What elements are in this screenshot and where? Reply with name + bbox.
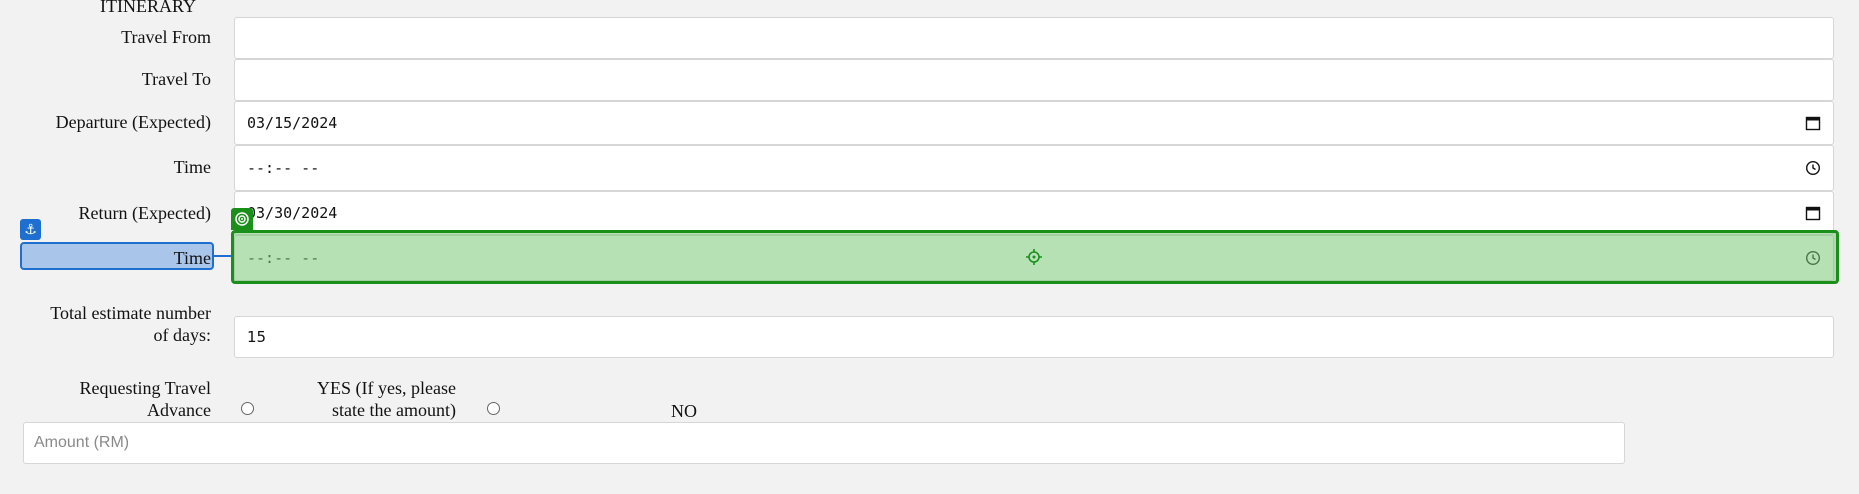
departure-date-input[interactable]: 03/15/2024	[234, 101, 1834, 145]
total-days-value: 15	[247, 328, 267, 346]
advance-yes-radio[interactable]	[241, 402, 254, 415]
calendar-icon[interactable]	[1805, 115, 1821, 131]
travel-advance-label-line2: Advance	[147, 400, 211, 420]
advance-yes-label-line1: YES (If yes, please	[317, 378, 456, 398]
departure-date-value: 03/15/2024	[247, 114, 338, 132]
advance-no-label: NO	[671, 401, 697, 421]
section-title-itinerary: ITINERARY	[100, 0, 196, 16]
total-days-input[interactable]: 15	[234, 316, 1834, 358]
return-date-value: 03/30/2024	[247, 204, 338, 222]
travel-to-input[interactable]	[234, 59, 1834, 101]
target-icon	[231, 208, 253, 230]
clock-icon[interactable]	[1805, 160, 1821, 176]
departure-time-value: --:-- --	[247, 159, 320, 177]
advance-yes-label: YES (If yes, please state the amount)	[262, 377, 456, 421]
total-days-label-line1: Total estimate number	[50, 303, 211, 323]
advance-yes-label-line2: state the amount)	[332, 400, 456, 420]
departure-label: Departure (Expected)	[55, 112, 211, 132]
advance-no-radio[interactable]	[487, 402, 500, 415]
total-days-label: Total estimate number of days:	[0, 302, 211, 346]
anchor-icon: ⚓	[20, 219, 41, 240]
travel-from-input[interactable]	[234, 17, 1834, 59]
calendar-icon[interactable]	[1805, 205, 1821, 221]
travel-from-label: Travel From	[121, 27, 211, 47]
amount-input[interactable]: Amount (RM)	[23, 422, 1625, 464]
travel-to-label: Travel To	[141, 69, 211, 89]
amount-placeholder: Amount (RM)	[34, 434, 130, 451]
return-time-label: Time	[173, 248, 211, 268]
travel-advance-label: Requesting Travel Advance	[0, 377, 211, 421]
return-date-input[interactable]: 03/30/2024	[234, 191, 1834, 235]
crosshair-icon	[1026, 249, 1042, 265]
travel-advance-label-line1: Requesting Travel	[79, 378, 211, 398]
total-days-label-line2: of days:	[153, 325, 212, 345]
departure-time-label: Time	[173, 157, 211, 177]
departure-time-input[interactable]: --:-- --	[234, 145, 1834, 191]
